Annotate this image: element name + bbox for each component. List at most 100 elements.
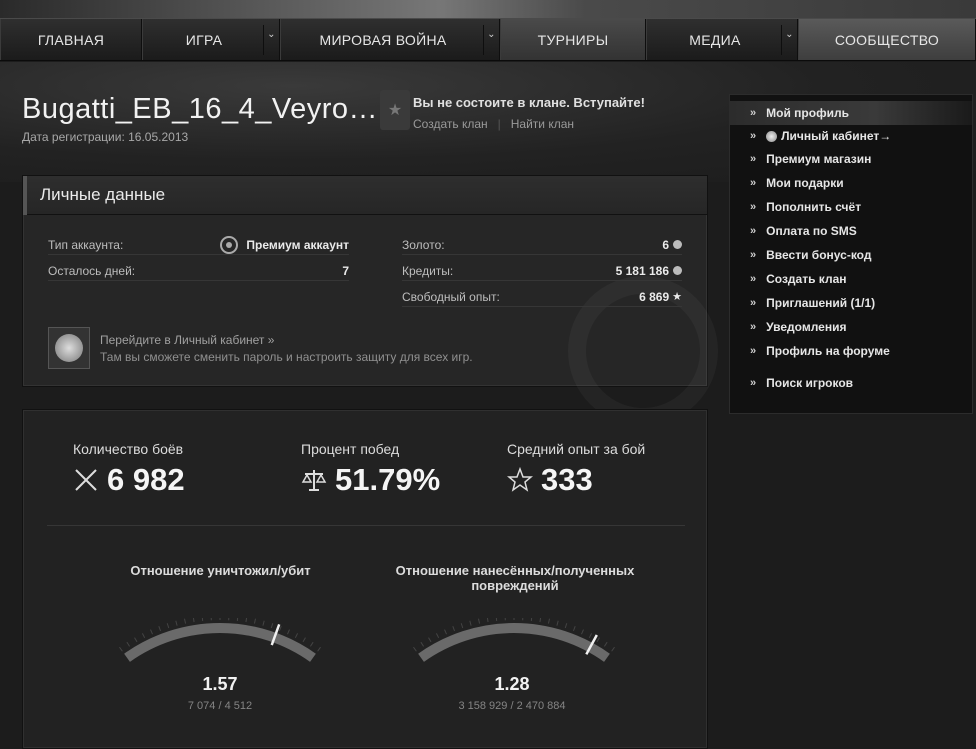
sidebar-item-top-up[interactable]: » Пополнить счёт — [730, 195, 972, 219]
gauge-tick — [530, 618, 533, 621]
crossed-swords-icon — [75, 469, 97, 491]
chevron-right-icon: » — [750, 377, 757, 389]
sidebar-item-label: Уведомления — [766, 320, 847, 334]
damage-ratio-title-line1: Отношение нанесённых/полученных — [395, 563, 635, 578]
account-type-value: Премиум аккаунт — [246, 237, 349, 252]
sidebar-item-create-clan[interactable]: » Создать клан — [730, 267, 972, 291]
credits-value: 5 181 186 — [615, 263, 669, 278]
avg-xp-value-wrap: 333 — [507, 462, 593, 498]
gauge-tick — [141, 633, 146, 639]
nav-media[interactable]: МЕДИА ⌄ — [646, 19, 798, 60]
cabinet-description: Там вы сможете сменить пароль и настроит… — [100, 350, 473, 364]
sidebar-item-label: Ввести бонус-код — [766, 248, 872, 262]
gauge-arc — [418, 623, 610, 662]
gauge-tick — [134, 637, 138, 643]
nav-media-label: МЕДИА — [689, 31, 741, 48]
chevron-right-icon: » — [750, 177, 757, 189]
nav-home-label: ГЛАВНАЯ — [37, 31, 105, 48]
damage-ratio-title: Отношение нанесённых/полученных поврежде… — [375, 563, 655, 593]
sidebar-item-gifts[interactable]: » Мои подарки — [730, 171, 972, 195]
premium-icon — [220, 235, 239, 254]
gold-value-wrap: 6 — [662, 238, 682, 252]
gauge-tick — [158, 626, 162, 632]
chevron-right-icon: » — [750, 321, 757, 333]
gauge-tick — [310, 641, 314, 647]
days-left-row: Осталось дней: 7 — [48, 261, 349, 281]
registration-date: Дата регистрации: 16.05.2013 — [22, 130, 189, 144]
sidebar-item-cabinet[interactable]: » Личный кабинет→ — [730, 124, 972, 148]
battles-value-wrap: 6 982 — [73, 462, 185, 498]
damage-ratio-title-line2: повреждений — [471, 578, 559, 593]
find-clan-link[interactable]: Найти клан — [511, 117, 574, 131]
top-banner — [0, 0, 976, 18]
damage-ratio-value: 1.28 — [494, 674, 530, 694]
gauge-tick — [119, 646, 123, 652]
sidebar-item-sms-payment[interactable]: » Оплата по SMS — [730, 219, 972, 243]
gauge-tick — [192, 618, 195, 623]
gauge-tick — [175, 620, 178, 626]
credits-row: Кредиты: 5 181 186 — [402, 261, 682, 281]
gauge-tick — [317, 646, 321, 652]
chevron-down-icon[interactable]: ⌄ — [483, 25, 499, 55]
battles-label: Количество боёв — [73, 441, 184, 457]
gauge-tick — [278, 626, 282, 632]
star-icon: ★ — [672, 291, 682, 303]
sidebar-item-bonus-code[interactable]: » Ввести бонус-код — [730, 243, 972, 267]
gauge-tick — [302, 637, 306, 643]
sidebar-item-player-search[interactable]: » Поиск игроков — [730, 371, 972, 395]
battles-value: 6 982 — [107, 462, 185, 497]
clan-status: Вы не состоите в клане. Вступайте! — [413, 95, 645, 110]
account-type-label: Тип аккаунта: — [48, 237, 124, 252]
nav-game[interactable]: ИГРА ⌄ — [142, 19, 280, 60]
nav-home[interactable]: ГЛАВНАЯ — [0, 19, 142, 60]
statistics-panel: Количество боёв 6 982 Процент побед 51.7… — [22, 409, 708, 749]
gauge-tick — [452, 626, 456, 632]
sidebar-item-label: Мои подарки — [766, 176, 844, 190]
chevron-right-icon: » — [750, 297, 757, 309]
avg-xp-label: Средний опыт за бой — [507, 441, 646, 457]
gauge-tick — [547, 618, 550, 624]
damage-gauge — [413, 618, 615, 662]
gauge-tick — [564, 623, 568, 629]
create-clan-link[interactable]: Создать клан — [413, 117, 488, 131]
gauge-tick — [588, 633, 593, 639]
gauge-tick — [556, 620, 559, 626]
free-xp-value-wrap: 6 869 ★ — [639, 290, 682, 304]
cabinet-link[interactable]: Перейдите в Личный кабинет » — [100, 333, 274, 347]
kd-ratio-title: Отношение уничтожил/убит — [130, 563, 311, 578]
chevron-down-icon[interactable]: ⌄ — [781, 25, 797, 55]
kd-ratio-sub: 7 074 / 4 512 — [187, 700, 253, 712]
gauge-tick — [486, 618, 489, 623]
sidebar-item-label: Создать клан — [766, 272, 847, 286]
gauge-tick — [572, 626, 576, 632]
gauge-tick — [495, 618, 498, 621]
sidebar-item-premium-shop[interactable]: » Премиум магазин — [730, 147, 972, 171]
chevron-right-icon: » — [750, 273, 757, 285]
chevron-right-icon: » — [750, 201, 757, 213]
sidebar-item-label: Профиль на форуме — [766, 344, 890, 358]
sidebar-item-my-profile[interactable]: » Мой профиль — [730, 101, 972, 125]
chevron-down-icon[interactable]: ⌄ — [263, 25, 279, 55]
account-type-row: Тип аккаунта: Премиум аккаунт — [48, 235, 349, 255]
gold-row: Золото: 6 — [402, 235, 682, 255]
nav-community[interactable]: СООБЩЕСТВО — [798, 19, 976, 60]
chevron-right-icon: » — [750, 249, 757, 261]
cabinet-icon[interactable] — [48, 327, 90, 369]
nav-game-label: ИГРА — [185, 31, 223, 48]
sidebar-item-notifications[interactable]: » Уведомления — [730, 315, 972, 339]
chevron-right-icon: » — [750, 130, 757, 142]
main-nav: ГЛАВНАЯ ИГРА ⌄ МИРОВАЯ ВОЙНА ⌄ ТУРНИРЫ МЕД… — [0, 18, 976, 61]
nav-tournaments[interactable]: ТУРНИРЫ — [500, 19, 646, 60]
nav-world-war[interactable]: МИРОВАЯ ВОЙНА ⌄ — [280, 19, 500, 60]
gauge-tick — [262, 620, 265, 626]
sidebar-item-invitations[interactable]: » Приглашений (1/1) — [730, 291, 972, 315]
gauge-tick — [539, 618, 542, 623]
gauge-tick — [435, 633, 440, 639]
stats-divider — [47, 525, 685, 526]
damage-ratio-sub: 3 158 929 / 2 470 884 — [458, 700, 566, 712]
panel-accent — [23, 176, 27, 215]
gauge-arc — [124, 623, 316, 662]
sidebar-item-label: Премиум магазин — [766, 152, 872, 166]
sidebar-item-forum-profile[interactable]: » Профиль на форуме — [730, 339, 972, 363]
chevron-right-icon: » — [750, 153, 757, 165]
